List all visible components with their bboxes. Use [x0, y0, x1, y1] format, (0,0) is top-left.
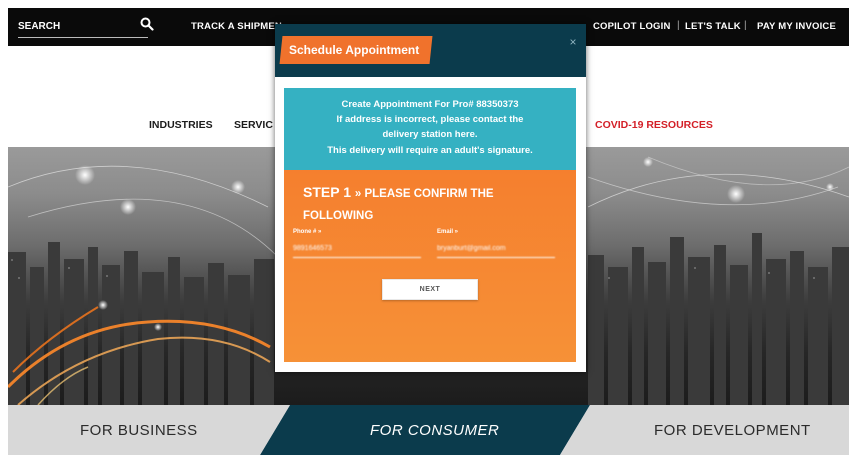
tab-for-consumer-label[interactable]: FOR CONSUMER: [370, 422, 499, 439]
search-input[interactable]: [18, 16, 128, 36]
lets-talk-link[interactable]: LET'S TALK: [685, 21, 741, 32]
nav-industries[interactable]: INDUSTRIES: [149, 119, 213, 131]
next-button[interactable]: NEXT: [382, 279, 478, 300]
separator: |: [744, 20, 747, 31]
search-box: [18, 16, 148, 38]
modal-title: Schedule Appointment: [289, 43, 420, 57]
pay-invoice-link[interactable]: PAY MY INVOICE: [757, 21, 836, 32]
step-number: STEP 1: [303, 184, 351, 200]
schedule-appointment-modal: Schedule Appointment × Create Appointmen…: [275, 24, 586, 372]
email-field[interactable]: [437, 240, 555, 258]
separator: |: [677, 20, 680, 31]
step-title: STEP 1 » PLEASE CONFIRM THE FOLLOWING: [303, 182, 563, 226]
phone-field[interactable]: [293, 240, 421, 258]
email-label: Email »: [437, 229, 459, 235]
info-pro-number: Create Appointment For Pro# 88350373: [341, 99, 519, 110]
info-delivery-station-link[interactable]: delivery station here.: [284, 129, 576, 140]
phone-label: Phone # »: [293, 229, 322, 235]
track-shipment-link[interactable]: TRACK A SHIPMEN: [191, 21, 282, 32]
tab-for-development-label[interactable]: FOR DEVELOPMENT: [654, 422, 811, 439]
step-1-form: STEP 1 » PLEASE CONFIRM THE FOLLOWING Ph…: [284, 170, 576, 362]
search-icon[interactable]: [140, 17, 156, 33]
modal-header: Schedule Appointment ×: [275, 24, 586, 77]
appointment-info-box: Create Appointment For Pro# 88350373 If …: [284, 88, 576, 170]
step-instruction-line2: FOLLOWING: [303, 210, 374, 222]
info-signature-note: This delivery will require an adult's si…: [327, 145, 533, 156]
step-instruction: » PLEASE CONFIRM THE: [354, 188, 494, 200]
tab-for-business-label[interactable]: FOR BUSINESS: [80, 422, 198, 439]
copilot-login-link[interactable]: COPILOT LOGIN: [593, 21, 671, 32]
nav-services[interactable]: SERVIC: [234, 119, 273, 131]
close-icon[interactable]: ×: [567, 36, 579, 48]
info-address-note: If address is incorrect, please contact …: [336, 114, 524, 125]
nav-covid-resources[interactable]: COVID-19 RESOURCES: [595, 119, 713, 131]
